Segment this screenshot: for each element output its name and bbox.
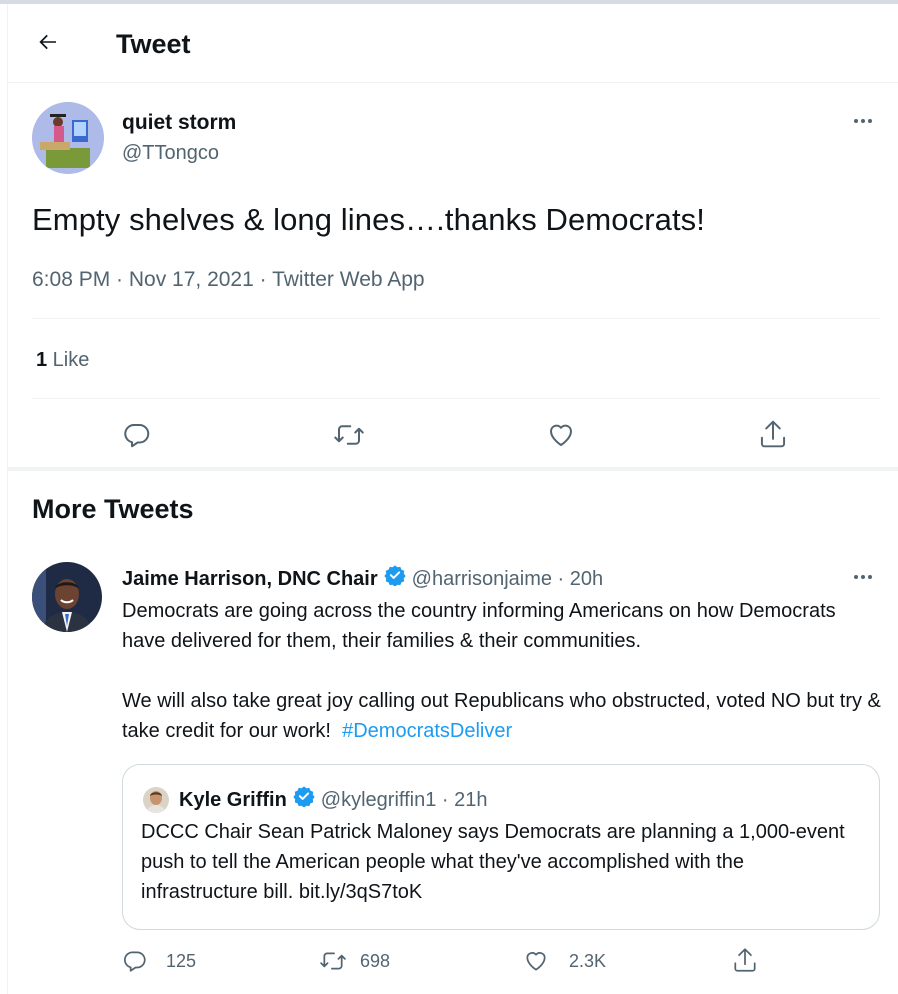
avatar[interactable] xyxy=(32,102,104,174)
tweet-text: Empty shelves & long lines….thanks Democ… xyxy=(32,202,705,237)
page-title: Tweet xyxy=(116,29,191,59)
retweet-icon xyxy=(320,952,346,970)
divider xyxy=(32,318,880,319)
like-count-number: 1 xyxy=(36,349,48,371)
tweet-text: Democrats are going across the country i… xyxy=(122,596,882,746)
tweet-paragraph: Democrats are going across the country i… xyxy=(122,600,836,652)
arrow-left-icon[interactable] xyxy=(34,28,62,56)
author-name[interactable]: quiet storm xyxy=(122,110,236,136)
quote-author-name[interactable]: Kyle Griffin xyxy=(179,787,287,813)
tweet-page: Tweet quiet storm @TTongco Empty shelves… xyxy=(8,4,898,994)
like-icon xyxy=(526,952,546,971)
tweet-author-row: Jaime Harrison, DNC Chair @harrisonjaime… xyxy=(122,564,603,593)
like-button[interactable]: 2.3K xyxy=(523,948,606,974)
page-header: Tweet xyxy=(8,4,898,83)
quote-text: DCCC Chair Sean Patrick Maloney says Dem… xyxy=(141,821,845,903)
separator: · xyxy=(552,567,570,590)
verified-badge-icon xyxy=(384,564,406,593)
more-tweets-heading: More Tweets xyxy=(32,494,194,524)
avatar[interactable] xyxy=(32,562,102,632)
section-divider xyxy=(8,467,898,471)
author-name[interactable]: Jaime Harrison, DNC Chair xyxy=(122,566,378,592)
quote-author-handle[interactable]: @kylegriffin1 xyxy=(321,787,437,813)
quote-time[interactable]: 21h xyxy=(454,787,487,813)
share-button[interactable] xyxy=(732,946,758,974)
retweet-icon[interactable] xyxy=(332,420,366,450)
avatar xyxy=(143,786,169,813)
more-options-icon[interactable] xyxy=(854,119,872,123)
share-icon xyxy=(734,948,756,972)
separator: · xyxy=(436,788,455,811)
like-count[interactable]: 1 Like xyxy=(36,346,89,374)
reply-icon xyxy=(124,951,146,972)
reply-button[interactable]: 125 xyxy=(122,948,196,974)
divider xyxy=(32,398,880,399)
share-icon[interactable] xyxy=(758,418,788,450)
verified-badge-icon xyxy=(293,785,315,814)
tweet-meta: 6:08 PM · Nov 17, 2021 · Twitter Web App xyxy=(32,268,425,291)
like-icon[interactable] xyxy=(546,420,576,450)
quote-author-row: Kyle Griffin @kylegriffin1 · 21h xyxy=(143,785,488,814)
retweet-count: 698 xyxy=(360,950,391,971)
author-handle[interactable]: @TTongco xyxy=(122,140,219,166)
like-count: 2.3K xyxy=(569,950,607,971)
like-count-label: Like xyxy=(47,349,90,371)
reply-count: 125 xyxy=(166,950,197,971)
reply-icon[interactable] xyxy=(122,420,152,450)
retweet-button[interactable]: 698 xyxy=(318,948,390,974)
more-options-icon[interactable] xyxy=(854,575,872,579)
hashtag-link[interactable]: #DemocratsDeliver xyxy=(342,720,512,742)
author-handle[interactable]: @harrisonjaime xyxy=(412,566,552,592)
quoted-tweet[interactable]: Kyle Griffin @kylegriffin1 · 21h DCCC Ch… xyxy=(122,764,880,930)
tweet-time[interactable]: 20h xyxy=(570,566,603,592)
